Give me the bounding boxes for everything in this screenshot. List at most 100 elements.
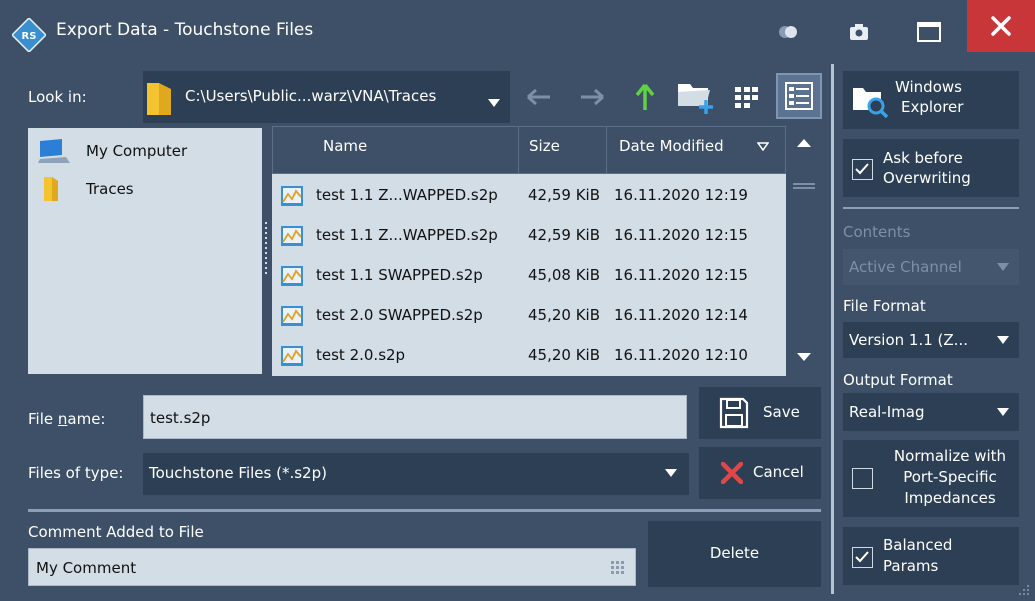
sort-descending-icon [757, 142, 769, 151]
title-bar: RS Export Data - Touchstone Files [0, 0, 1035, 64]
look-in-combo[interactable]: C:\Users\Public...warz\VNA\Traces [143, 71, 510, 123]
file-size: 42,59 KiB [528, 226, 601, 244]
back-button[interactable] [522, 80, 556, 114]
ask-overwrite-label: Ask before Overwriting [883, 149, 971, 187]
pane-splitter[interactable] [264, 222, 268, 276]
arrow-up-icon [635, 83, 655, 110]
contents-value: Active Channel [849, 258, 962, 276]
arrow-right-icon [581, 88, 604, 106]
folder-icon [145, 79, 175, 121]
contents-label: Contents [843, 223, 911, 241]
output-format-combo[interactable]: Real-Imag [843, 393, 1019, 431]
close-button[interactable] [967, 0, 1035, 52]
file-name: test 1.1 Z...WAPPED.s2p [316, 226, 498, 244]
delete-button-label: Delete [709, 544, 760, 562]
file-row[interactable]: test 2.0.s2p 45,20 KiB 16.11.2020 12:10 [272, 336, 786, 376]
maximize-button[interactable] [916, 21, 942, 43]
file-row[interactable]: test 1.1 SWAPPED.s2p 45,08 KiB 16.11.202… [272, 256, 786, 296]
file-date: 16.11.2020 12:14 [614, 306, 748, 324]
file-date: 16.11.2020 12:19 [614, 186, 748, 204]
file-size: 45,20 KiB [528, 346, 601, 364]
file-list-header: Name Size Date Modified [272, 126, 786, 174]
detail-view-button[interactable] [776, 73, 822, 119]
touchstone-file-icon [281, 266, 303, 286]
file-size: 45,08 KiB [528, 266, 601, 284]
file-name: test 2.0.s2p [316, 346, 406, 364]
column-header-date[interactable]: Date Modified [607, 127, 785, 173]
normalize-label: Normalize with Port-Specific Impedances [893, 447, 1007, 507]
new-folder-button[interactable] [674, 76, 718, 116]
places-pane: My Computer Traces [28, 128, 262, 374]
folder-icon [44, 177, 58, 201]
cancel-button[interactable]: Cancel [699, 447, 821, 499]
scroll-thumb[interactable] [793, 178, 815, 189]
file-list[interactable]: Name Size Date Modified test 1.1 Z...WAP… [272, 126, 822, 376]
separator [28, 509, 821, 512]
file-row[interactable]: test 1.1 Z...WAPPED.s2p 42,59 KiB 16.11.… [272, 216, 786, 256]
detail-view-icon [785, 82, 813, 110]
ask-before-overwriting-toggle[interactable]: Ask before Overwriting [843, 139, 1019, 197]
comment-input[interactable]: My Comment [28, 548, 636, 586]
place-traces[interactable]: Traces [36, 174, 134, 204]
touchstone-file-icon [281, 186, 303, 206]
file-name-input[interactable]: test.s2p [143, 395, 687, 439]
scroll-down-icon[interactable] [796, 348, 812, 366]
touchstone-file-icon [281, 306, 303, 326]
normalize-checkbox[interactable] [852, 468, 873, 489]
vertical-scrollbar[interactable] [786, 126, 822, 376]
save-button[interactable]: Save [699, 387, 821, 439]
look-in-label: Look in: [28, 88, 87, 106]
arrow-left-icon [527, 88, 550, 106]
windows-explorer-button[interactable]: Windows Explorer [843, 71, 1019, 129]
separator [843, 207, 1019, 209]
comment-value: My Comment [36, 559, 137, 577]
file-row[interactable]: test 2.0 SWAPPED.s2p 45,20 KiB 16.11.202… [272, 296, 786, 336]
forward-button[interactable] [575, 80, 609, 114]
place-my-computer[interactable]: My Computer [36, 136, 187, 166]
column-header-size[interactable]: Size [519, 127, 607, 173]
normalize-port-impedances-toggle[interactable]: Normalize with Port-Specific Impedances [843, 440, 1019, 517]
toggle-indicator-icon[interactable] [778, 25, 798, 39]
list-view-icon [735, 87, 758, 108]
window-title: Export Data - Touchstone Files [56, 20, 314, 40]
chevron-down-icon [488, 93, 500, 111]
checkmark-icon [855, 551, 869, 563]
column-header-name[interactable]: Name [273, 127, 519, 173]
file-date: 16.11.2020 12:15 [614, 226, 748, 244]
save-button-label: Save [763, 403, 800, 421]
file-name: test 1.1 SWAPPED.s2p [316, 266, 483, 284]
save-icon [719, 397, 749, 429]
screenshot-camera-icon[interactable] [848, 22, 870, 42]
chevron-down-icon [997, 336, 1009, 344]
file-type-combo[interactable]: Touchstone Files (*.s2p) [143, 453, 689, 495]
checkmark-icon [855, 163, 869, 175]
file-name: test 2.0 SWAPPED.s2p [316, 306, 483, 324]
delete-button[interactable]: Delete [648, 521, 821, 587]
cancel-button-label: Cancel [753, 463, 804, 481]
place-label: Traces [86, 180, 134, 198]
ask-overwrite-checkbox[interactable] [852, 159, 873, 180]
close-icon [991, 16, 1011, 36]
up-folder-button[interactable] [628, 80, 662, 114]
file-date: 16.11.2020 12:10 [614, 346, 748, 364]
file-type-label: Files of type: [28, 464, 124, 482]
resize-grip-icon[interactable] [1017, 583, 1031, 601]
list-view-button[interactable] [730, 80, 764, 114]
balanced-params-toggle[interactable]: Balanced Params [843, 527, 1019, 585]
file-type-value: Touchstone Files (*.s2p) [149, 464, 327, 482]
file-size: 45,20 KiB [528, 306, 601, 324]
chevron-down-icon [997, 408, 1009, 416]
scroll-up-icon[interactable] [796, 134, 812, 152]
file-format-combo[interactable]: Version 1.1 (Z... [843, 322, 1019, 358]
contents-combo-disabled: Active Channel [843, 249, 1019, 285]
file-name-label: File name: [28, 410, 106, 428]
file-rows: test 1.1 Z...WAPPED.s2p 42,59 KiB 16.11.… [272, 174, 786, 376]
file-row[interactable]: test 1.1 Z...WAPPED.s2p 42,59 KiB 16.11.… [272, 176, 786, 216]
windows-explorer-label: Windows Explorer [895, 78, 964, 116]
keyboard-icon[interactable] [611, 561, 625, 575]
cancel-x-icon [721, 462, 743, 484]
comment-label: Comment Added to File [28, 523, 204, 541]
chevron-down-icon [665, 469, 677, 477]
balanced-params-checkbox[interactable] [852, 547, 873, 568]
file-name: test 1.1 Z...WAPPED.s2p [316, 186, 498, 204]
